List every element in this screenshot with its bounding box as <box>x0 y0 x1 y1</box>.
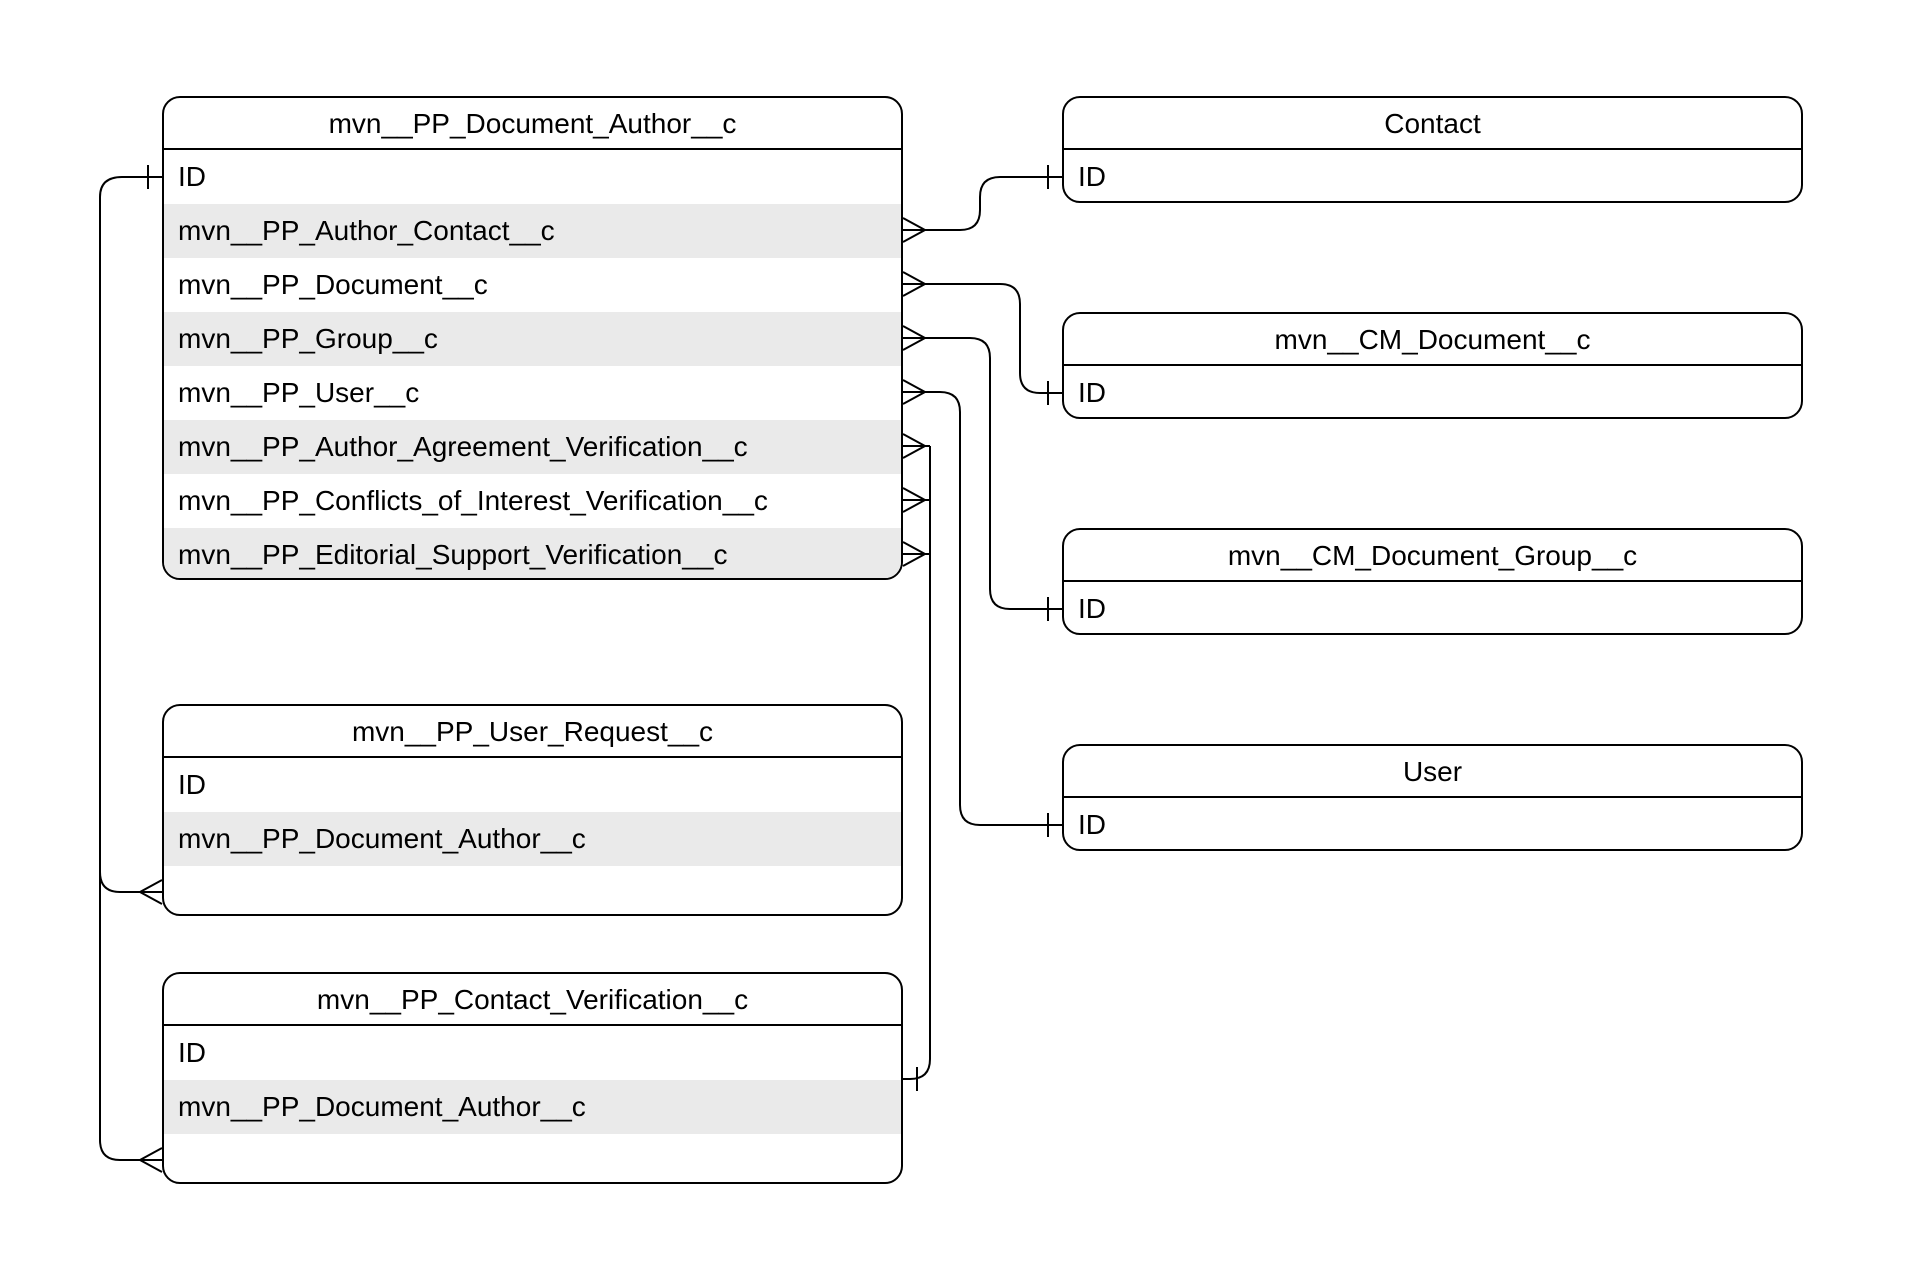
field-id: ID <box>1064 366 1801 419</box>
entity-cm-document-group: mvn__CM_Document_Group__c ID <box>1062 528 1803 635</box>
field-id: ID <box>164 150 901 204</box>
entity-user: User ID <box>1062 744 1803 851</box>
field-id: ID <box>1064 582 1801 635</box>
field-document-author: mvn__PP_Document_Author__c <box>164 812 901 866</box>
entity-cm-document: mvn__CM_Document__c ID <box>1062 312 1803 419</box>
entity-title: mvn__PP_Document_Author__c <box>164 98 901 150</box>
entity-title: mvn__PP_Contact_Verification__c <box>164 974 901 1026</box>
field-id: ID <box>1064 798 1801 851</box>
field-author-agreement-verification: mvn__PP_Author_Agreement_Verification__c <box>164 420 901 474</box>
field-editorial-support-verification: mvn__PP_Editorial_Support_Verification__… <box>164 528 901 580</box>
er-diagram: mvn__PP_Document_Author__c ID mvn__PP_Au… <box>0 0 1913 1275</box>
entity-pp-document-author: mvn__PP_Document_Author__c ID mvn__PP_Au… <box>162 96 903 580</box>
entity-pp-user-request: mvn__PP_User_Request__c ID mvn__PP_Docum… <box>162 704 903 916</box>
entity-title: mvn__CM_Document__c <box>1064 314 1801 366</box>
entity-pp-contact-verification: mvn__PP_Contact_Verification__c ID mvn__… <box>162 972 903 1184</box>
entity-title: User <box>1064 746 1801 798</box>
field-document: mvn__PP_Document__c <box>164 258 901 312</box>
entity-title: mvn__PP_User_Request__c <box>164 706 901 758</box>
field-id: ID <box>1064 150 1801 203</box>
entity-title: Contact <box>1064 98 1801 150</box>
entity-title: mvn__CM_Document_Group__c <box>1064 530 1801 582</box>
field-user: mvn__PP_User__c <box>164 366 901 420</box>
entity-contact: Contact ID <box>1062 96 1803 203</box>
field-id: ID <box>164 758 901 812</box>
field-conflicts-of-interest-verification: mvn__PP_Conflicts_of_Interest_Verificati… <box>164 474 901 528</box>
field-group: mvn__PP_Group__c <box>164 312 901 366</box>
field-document-author: mvn__PP_Document_Author__c <box>164 1080 901 1134</box>
field-id: ID <box>164 1026 901 1080</box>
field-author-contact: mvn__PP_Author_Contact__c <box>164 204 901 258</box>
